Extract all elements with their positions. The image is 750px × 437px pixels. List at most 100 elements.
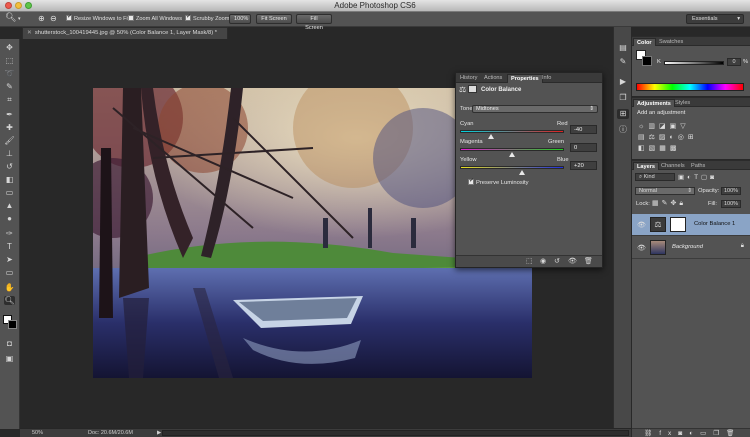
reset-icon[interactable]: ↺ <box>554 257 560 265</box>
fit-screen-button[interactable]: Fit Screen <box>256 14 292 24</box>
tool-preset-dropdown-icon[interactable]: ▾ <box>18 15 21 24</box>
hand-tool-icon[interactable]: ✋ <box>4 283 15 292</box>
filter-icons[interactable]: ▣◐T▢◙ <box>678 173 717 181</box>
color-spectrum-bar[interactable] <box>636 83 744 91</box>
cyan-label: Cyan <box>460 121 474 127</box>
tab-actions[interactable]: Actions <box>481 74 505 83</box>
history-brush-tool-icon[interactable]: ↺ <box>4 162 15 171</box>
dodge-tool-icon[interactable]: ● <box>4 214 15 223</box>
layer-comps-icon[interactable]: ❐ <box>617 93 629 103</box>
fill-label: Fill: <box>708 201 718 207</box>
magenta-green-slider-thumb[interactable] <box>509 152 515 157</box>
history-panel-icon[interactable]: ▤ <box>617 43 629 53</box>
blend-mode-select[interactable]: Normal ⇕ <box>635 187 695 195</box>
k-value[interactable]: 0 <box>727 58 741 66</box>
view-previous-icon[interactable]: ◉ <box>540 257 546 265</box>
zoom-100-button[interactable]: 100% <box>229 14 251 24</box>
preserve-luminosity-checkbox[interactable]: Preserve Luminosity <box>468 177 529 186</box>
magenta-green-slider[interactable] <box>460 148 564 151</box>
magenta-green-value[interactable]: 0 <box>570 143 597 152</box>
yellow-blue-slider[interactable] <box>460 166 564 169</box>
crop-tool-icon[interactable]: ⌗ <box>4 95 15 104</box>
horizontal-scrollbar[interactable] <box>162 430 629 436</box>
visibility-icon[interactable]: 👁︎ <box>568 257 577 265</box>
zoom-all-windows-checkbox[interactable]: Zoom All Windows <box>128 15 182 24</box>
background-color-swatch[interactable] <box>8 320 17 329</box>
workspace-switcher[interactable]: Essentials ▾ <box>686 14 744 24</box>
tone-select[interactable]: Midtones ⇕ <box>472 105 598 113</box>
marquee-tool-icon[interactable]: ⬚ <box>4 56 15 65</box>
blur-tool-icon[interactable]: ▲ <box>4 201 15 210</box>
layer-color-balance[interactable]: 👁︎ ⚖ Color Balance 1 <box>632 214 750 236</box>
yellow-blue-value[interactable]: +20 <box>570 161 597 170</box>
eraser-tool-icon[interactable]: ◧ <box>4 175 15 184</box>
healing-brush-tool-icon[interactable]: ✚ <box>4 123 15 132</box>
adjustment-icons-row-1[interactable]: ☼▥◪▣▽ <box>638 122 690 130</box>
tab-styles[interactable]: Styles <box>672 99 693 107</box>
lock-label: Lock: <box>636 201 650 207</box>
yellow-blue-slider-thumb[interactable] <box>519 170 526 175</box>
eye-icon[interactable]: 👁︎ <box>637 221 646 229</box>
tab-adjustments[interactable]: Adjustments <box>633 99 675 107</box>
tab-info[interactable]: Info <box>539 74 554 83</box>
fill-value[interactable]: 100% <box>721 200 741 208</box>
properties-footer: ⬚ ◉ ↺ 👁︎ 🗑︎ <box>456 255 602 267</box>
quick-selection-tool-icon[interactable]: ✎ <box>4 82 15 91</box>
clone-stamp-tool-icon[interactable]: ⊥ <box>4 149 15 158</box>
tab-properties[interactable]: Properties <box>507 74 543 83</box>
lock-icons[interactable]: ▦✎✥🔒︎ <box>652 199 686 208</box>
zoom-tool-icon[interactable]: 🔍︎ <box>5 13 16 22</box>
brush-tool-icon[interactable]: 🖌︎ <box>4 136 15 145</box>
zoom-in-icon[interactable]: ⊕ <box>38 14 45 23</box>
resize-windows-checkbox[interactable]: Resize Windows to Fit <box>66 13 129 24</box>
tab-history[interactable]: History <box>457 74 480 83</box>
eye-icon[interactable]: 👁︎ <box>637 244 646 252</box>
gradient-tool-icon[interactable]: ▭ <box>4 188 15 197</box>
cyan-red-value[interactable]: -40 <box>570 125 597 134</box>
properties-panel-icon[interactable]: ⊞ <box>617 109 629 119</box>
yellow-label: Yellow <box>460 157 477 163</box>
brush-panel-icon[interactable]: ✎ <box>617 57 629 67</box>
document-tab[interactable]: ✕ shutterstock_100419445.jpg @ 50% (Color… <box>22 27 228 39</box>
move-tool-icon[interactable]: ✥ <box>4 43 15 52</box>
zoom-readout[interactable]: 50% <box>32 430 43 436</box>
layer-name[interactable]: Color Balance 1 <box>694 221 735 227</box>
lasso-tool-icon[interactable]: ➰ <box>4 69 15 78</box>
status-menu-icon[interactable]: ▶ <box>157 430 161 436</box>
zoom-tool-active-icon[interactable]: 🔍︎ <box>4 296 15 305</box>
fill-screen-button[interactable]: Fill Screen <box>296 14 332 31</box>
clip-to-layer-icon[interactable]: ⬚ <box>526 257 533 265</box>
screen-mode-icon[interactable]: ▣ <box>4 354 15 363</box>
path-selection-tool-icon[interactable]: ➤ <box>4 255 15 264</box>
cyan-red-slider[interactable] <box>460 130 564 133</box>
tab-color[interactable]: Color <box>633 38 656 46</box>
rectangle-tool-icon[interactable]: ▭ <box>4 268 15 277</box>
tab-paths[interactable]: Paths <box>688 162 708 170</box>
cyan-red-slider-thumb[interactable] <box>488 134 495 139</box>
eyedropper-tool-icon[interactable]: ✒ <box>4 110 15 119</box>
adjustment-scale-icon: ⚖ <box>459 85 467 94</box>
tab-channels[interactable]: Channels <box>658 162 688 170</box>
layer-name[interactable]: Background <box>672 244 703 250</box>
tab-swatches[interactable]: Swatches <box>656 38 686 46</box>
layer-filter-kind[interactable]: ⌕ Kind <box>635 173 675 181</box>
scrubby-zoom-checkbox[interactable]: Scrubby Zoom <box>185 13 229 24</box>
actions-panel-icon[interactable]: ▶ <box>617 77 629 87</box>
bg-color-chip[interactable] <box>642 56 652 66</box>
opacity-value[interactable]: 100% <box>721 187 741 195</box>
layer-mask-thumbnail[interactable] <box>670 217 686 232</box>
zoom-out-icon[interactable]: ⊖ <box>50 14 57 23</box>
pen-tool-icon[interactable]: ✑ <box>4 229 15 238</box>
adjustment-icons-row-3[interactable]: ◧▧▦▩ <box>638 144 680 152</box>
type-tool-icon[interactable]: T <box>4 242 15 251</box>
adjustment-icons-row-2[interactable]: ▤⚖▨◐◎⊞ <box>638 133 698 141</box>
trash-icon[interactable]: 🗑︎ <box>584 257 593 265</box>
k-slider[interactable] <box>664 61 724 65</box>
tab-layers[interactable]: Layers <box>633 162 660 170</box>
info-panel-icon[interactable]: ⓘ <box>617 125 629 135</box>
layers-footer[interactable]: ⛓fx◙◐▭❐🗑︎ <box>632 428 750 437</box>
layer-mask-icon[interactable] <box>468 85 477 93</box>
close-tab-icon[interactable]: ✕ <box>27 30 32 36</box>
quick-mask-icon[interactable]: ◘ <box>4 339 15 348</box>
layer-background[interactable]: 👁︎ Background 🔒︎ <box>632 237 750 259</box>
